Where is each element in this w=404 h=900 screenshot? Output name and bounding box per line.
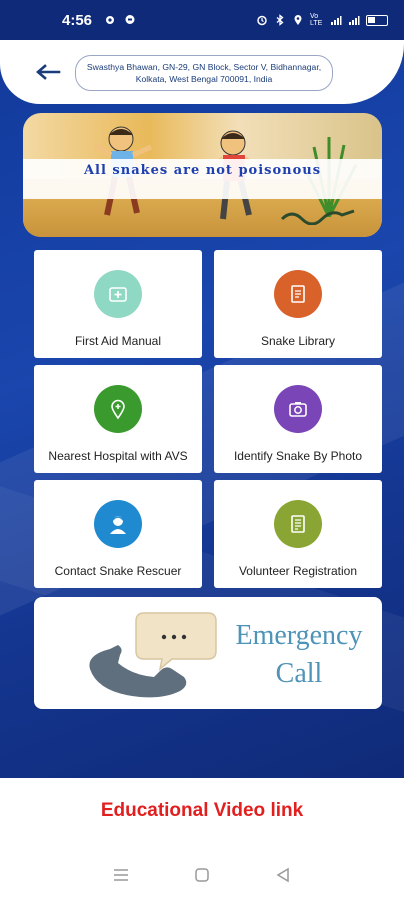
contact-rescuer-card[interactable]: Contact Snake Rescuer: [34, 480, 202, 588]
emergency-line2: Call: [275, 658, 323, 689]
battery-icon: [366, 14, 388, 26]
nearest-hospital-label: Nearest Hospital with AVS: [48, 449, 188, 463]
first-aid-icon: [94, 270, 142, 318]
first-aid-manual-label: First Aid Manual: [74, 334, 162, 348]
volunteer-registration-card[interactable]: Volunteer Registration: [214, 480, 382, 588]
home-square-icon: [195, 868, 209, 882]
header: Swasthya Bhawan, GN-29, GN Block, Sector…: [0, 40, 404, 104]
status-bar: 4:56 Vo LTE: [0, 0, 404, 40]
emergency-call-card[interactable]: Emergency Call: [34, 597, 382, 709]
camera-icon: [274, 385, 322, 433]
phone-call-icon: [89, 612, 217, 698]
banner-text: All snakes are not poisonous: [23, 159, 382, 199]
chat-icon: [125, 15, 135, 24]
educational-video-link[interactable]: Educational Video link: [0, 800, 404, 822]
emergency-call-text: Emergency Call: [224, 617, 374, 693]
back-nav-button[interactable]: [268, 860, 298, 890]
address-box: Swasthya Bhawan, GN-29, GN Block, Sector…: [75, 55, 333, 91]
identify-snake-label: Identify Snake By Photo: [233, 449, 363, 463]
emergency-line1: Emergency: [235, 620, 363, 651]
registration-icon: [274, 500, 322, 548]
back-button[interactable]: [34, 60, 62, 84]
back-triangle-icon: [276, 867, 290, 883]
identify-snake-card[interactable]: Identify Snake By Photo: [214, 365, 382, 473]
snake-library-label: Snake Library: [260, 334, 336, 348]
network-label: Vo LTE: [310, 13, 323, 27]
alarm-icon: [257, 15, 267, 26]
status-time: 4:56: [62, 11, 93, 29]
signal-icon-2: [349, 16, 360, 25]
settings-icon: [106, 16, 115, 24]
volunteer-registration-label: Volunteer Registration: [238, 564, 358, 578]
hospital-location-icon: [94, 385, 142, 433]
location-icon: [294, 15, 302, 25]
menu-nav-button[interactable]: [106, 860, 136, 890]
signal-icon: [331, 16, 342, 25]
arrow-left-icon: [36, 64, 61, 80]
snake-icon: [280, 209, 355, 225]
contact-rescuer-label: Contact Snake Rescuer: [54, 564, 182, 578]
bluetooth-icon: [276, 14, 284, 26]
library-icon: [274, 270, 322, 318]
first-aid-manual-card[interactable]: First Aid Manual: [34, 250, 202, 358]
home-nav-button[interactable]: [187, 860, 217, 890]
nearest-hospital-card[interactable]: Nearest Hospital with AVS: [34, 365, 202, 473]
system-nav-bar: [0, 850, 404, 900]
rescuer-icon: [94, 500, 142, 548]
snake-library-card[interactable]: Snake Library: [214, 250, 382, 358]
awareness-banner: All snakes are not poisonous: [23, 113, 382, 237]
menu-icon: [113, 869, 128, 881]
